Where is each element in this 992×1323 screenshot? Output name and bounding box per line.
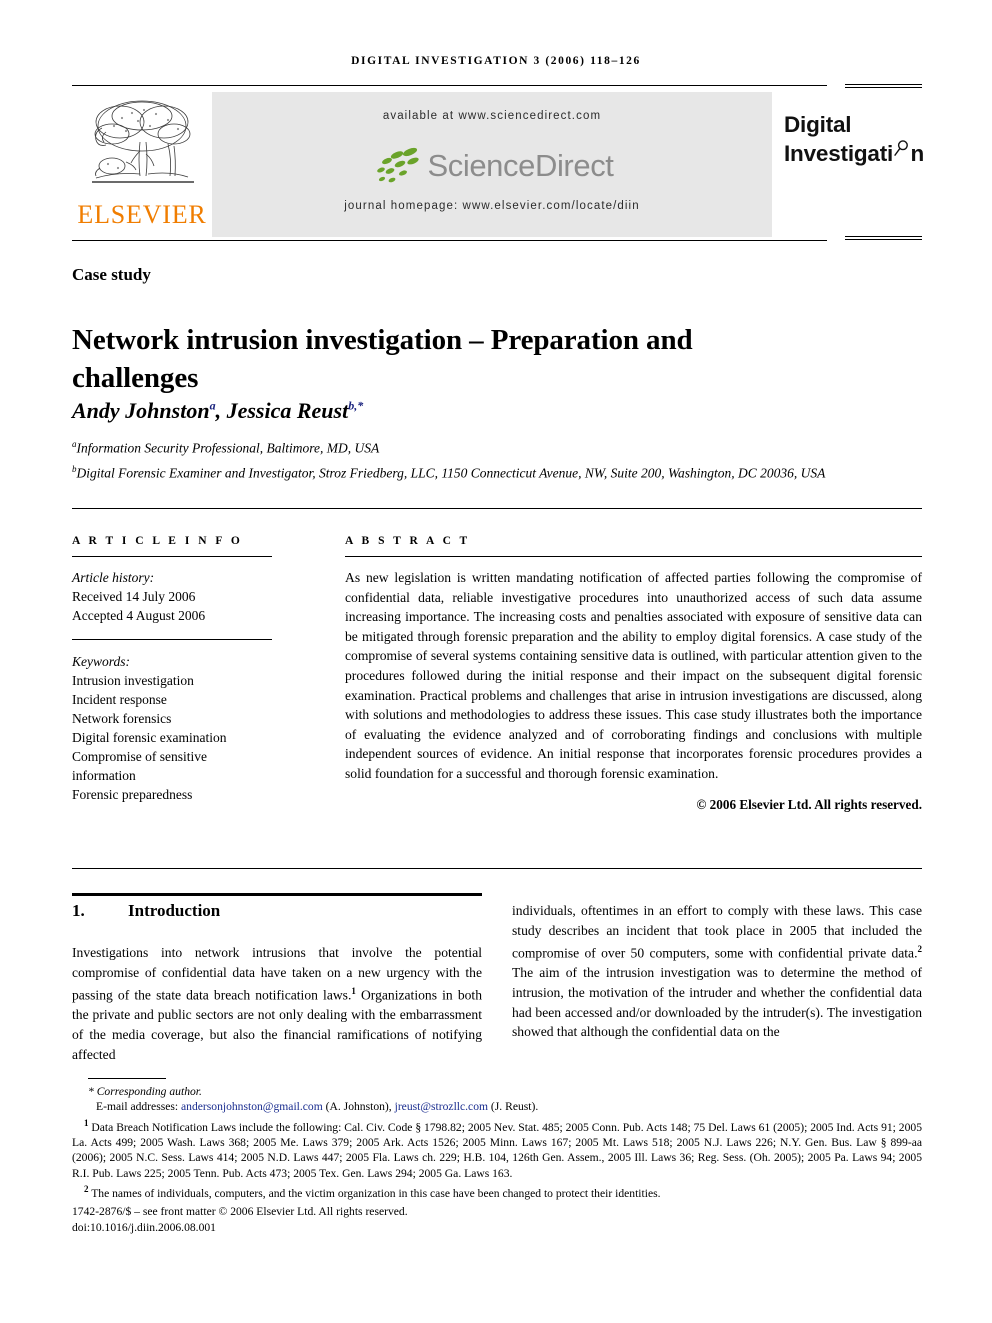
- email-addresses-line: E-mail addresses: andersonjohnston@gmail…: [72, 1099, 922, 1114]
- sciencedirect-wordmark: ScienceDirect: [427, 148, 614, 183]
- available-at-text: available at www.sciencedirect.com: [382, 110, 602, 122]
- journal-logo-investigati: Investigati: [784, 141, 894, 166]
- corresponding-author-note: * Corresponding author.: [88, 1085, 202, 1098]
- magnifier-icon: [894, 140, 909, 157]
- intro-paragraph-left: Investigations into network intrusions t…: [72, 945, 482, 1062]
- abstract-copyright: © 2006 Elsevier Ltd. All rights reserved…: [696, 796, 922, 812]
- info-top-rule: [72, 508, 922, 509]
- email-owner-johnston: (A. Johnston),: [325, 1100, 392, 1114]
- journal-logo-line-1: Digital: [784, 112, 852, 137]
- sciencedirect-panel: available at www.sciencedirect.com Scien…: [212, 92, 772, 237]
- received-date: Received 14 July 2006: [72, 589, 196, 604]
- keyword-item: Network forensics: [72, 711, 172, 726]
- keyword-item: Forensic preparedness: [72, 787, 193, 802]
- abstract-rule: [345, 556, 922, 557]
- elsevier-wordmark: ELSEVIER: [77, 200, 207, 229]
- abstract-bottom-rule: [72, 868, 922, 869]
- article-info-rule: [72, 556, 272, 557]
- affiliation-b: bDigital Forensic Examiner and Investiga…: [72, 463, 826, 481]
- section-number: 1.: [72, 901, 85, 920]
- publisher-logo-block: ELSEVIER: [72, 92, 212, 240]
- elsevier-tree-icon: [92, 100, 194, 183]
- section-heading-introduction: 1. Introduction: [72, 901, 482, 921]
- affiliations: aInformation Security Professional, Balt…: [72, 434, 832, 483]
- footnotes-block: * Corresponding author. E-mail addresses…: [72, 1084, 922, 1235]
- footnote-rule: [88, 1078, 166, 1079]
- journal-homepage-text: journal homepage: www.elsevier.com/locat…: [344, 200, 640, 212]
- header-rule-right: [845, 84, 922, 88]
- sciencedirect-leaves-icon: [377, 147, 420, 183]
- doi-line: doi:10.1016/j.diin.2006.08.001: [72, 1220, 216, 1234]
- article-kind: Case study: [72, 265, 151, 284]
- page-title: Network intrusion investigation – Prepar…: [72, 324, 693, 395]
- email-owner-reust: (J. Reust).: [490, 1100, 539, 1114]
- keywords-block: Keywords: Intrusion investigation Incide…: [72, 652, 272, 804]
- article-info-column: A R T I C L E I N F O Article history: R…: [72, 535, 272, 804]
- keywords-rule: [72, 639, 272, 640]
- author-list: Andy Johnstona, Jessica Reustb,*: [72, 398, 364, 423]
- keyword-item: Intrusion investigation: [72, 673, 194, 688]
- keyword-item: Compromise of sensitive information: [72, 749, 207, 783]
- abstract-heading: A B S T R A C T: [345, 535, 471, 547]
- article-page: DIGITAL INVESTIGATION 3 (2006) 118–126 E…: [0, 0, 992, 1323]
- email-link-reust[interactable]: jreust@strozllc.com: [395, 1100, 488, 1113]
- keywords-label: Keywords:: [72, 654, 130, 669]
- abstract-column: A B S T R A C T As new legislation is wr…: [345, 535, 922, 813]
- section-top-rule: [72, 893, 482, 896]
- section-title: Introduction: [128, 901, 221, 920]
- body-column-right: individuals, oftentimes in an effort to …: [512, 901, 922, 1042]
- masthead-rule-right: [845, 236, 922, 240]
- abstract-text: As new legislation is written mandating …: [345, 570, 922, 781]
- email-link-johnston[interactable]: andersonjohnston@gmail.com: [181, 1100, 323, 1113]
- article-history: Article history: Received 14 July 2006 A…: [72, 568, 272, 625]
- masthead-rule-left: [72, 240, 827, 241]
- keyword-item: Digital forensic examination: [72, 730, 227, 745]
- body-column-left: 1. Introduction Investigations into netw…: [72, 901, 482, 1064]
- affiliation-a: aInformation Security Professional, Balt…: [72, 439, 380, 456]
- journal-logo-line-2: Investigati n: [784, 137, 924, 166]
- sciencedirect-logo: ScienceDirect: [212, 140, 772, 192]
- footnote-2: 2 The names of individuals, computers, a…: [84, 1184, 661, 1201]
- masthead: ELSEVIER available at www.sciencedirect.…: [72, 92, 924, 240]
- running-head: DIGITAL INVESTIGATION 3 (2006) 118–126: [351, 55, 641, 67]
- journal-logo-n: n: [910, 141, 924, 166]
- keyword-item: Incident response: [72, 692, 167, 707]
- article-info-heading: A R T I C L E I N F O: [72, 535, 243, 547]
- footnote-1: 1 Data Breach Notification Laws include …: [72, 1117, 922, 1180]
- email-label: E-mail addresses:: [96, 1100, 179, 1114]
- issn-front-matter-line: 1742-2876/$ – see front matter © 2006 El…: [72, 1204, 408, 1218]
- article-history-label: Article history:: [72, 570, 155, 585]
- intro-paragraph-right: individuals, oftentimes in an effort to …: [512, 903, 922, 1040]
- journal-logo: Digital Investigati n: [784, 112, 924, 166]
- accepted-date: Accepted 4 August 2006: [72, 608, 206, 623]
- header-rule-left: [72, 85, 827, 86]
